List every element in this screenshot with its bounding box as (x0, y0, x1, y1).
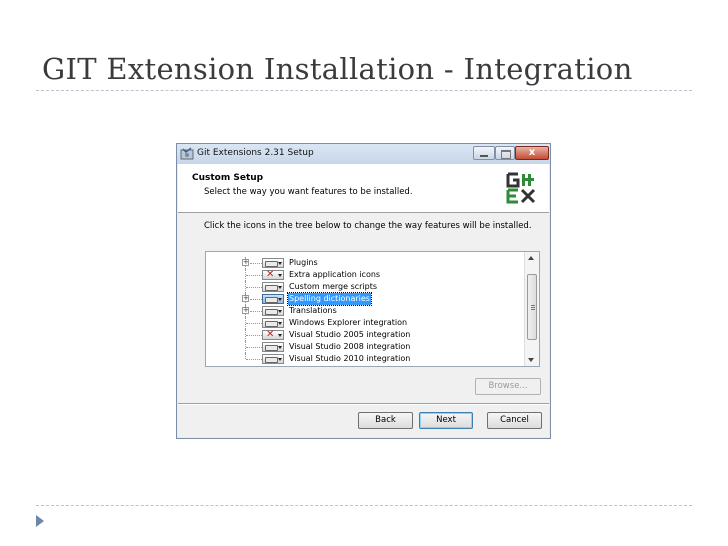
feature-row-visual-studio-2005-integration[interactable]: ✕ Visual Studio 2005 integration (206, 329, 525, 341)
maximize-icon (501, 150, 511, 159)
window-title: Git Extensions 2.31 Setup (197, 148, 314, 158)
feature-state-dropdown[interactable] (262, 306, 284, 316)
dropdown-arrow-icon (278, 286, 282, 289)
setup-header: Custom Setup Select the way you want fea… (178, 164, 549, 213)
dropdown-arrow-icon (278, 274, 282, 277)
window-titlebar[interactable]: Git Extensions 2.31 Setup x (177, 144, 550, 164)
window-content: Custom Setup Select the way you want fea… (178, 164, 549, 437)
feature-state-dropdown[interactable] (262, 318, 284, 328)
minimize-icon (480, 155, 488, 157)
tree-line (246, 347, 262, 348)
tree-line (250, 263, 262, 264)
feature-tree-list: + Plugins ✕ Extra application icons Cust… (206, 252, 525, 366)
feature-state-dropdown[interactable]: ✕ (262, 269, 284, 280)
dropdown-arrow-icon (278, 262, 282, 265)
drive-icon (265, 309, 278, 315)
dropdown-arrow-icon (278, 298, 282, 301)
next-button[interactable]: Next (419, 412, 473, 429)
feature-state-dropdown[interactable] (262, 258, 284, 268)
feature-label[interactable]: Visual Studio 2008 integration (288, 341, 411, 353)
feature-label-selected[interactable]: Spelling dictionaries (287, 292, 372, 306)
feature-label[interactable]: Visual Studio 2010 integration (288, 353, 411, 365)
app-icon (180, 147, 194, 160)
feature-row-visual-studio-2010-integration[interactable]: Visual Studio 2010 integration (206, 353, 525, 365)
tree-line (246, 335, 262, 336)
feature-label[interactable]: Translations (288, 305, 338, 317)
drive-icon (265, 261, 278, 267)
header-subtitle: Select the way you want features to be i… (204, 187, 413, 197)
tree-line (246, 359, 262, 360)
dropdown-arrow-icon (278, 358, 282, 361)
feature-label[interactable]: Visual Studio 2005 integration (288, 329, 411, 341)
maximize-button[interactable] (495, 146, 515, 160)
feature-row-custom-merge-scripts[interactable]: Custom merge scripts (206, 281, 525, 293)
red-x-icon: ✕ (266, 269, 275, 280)
plus-expander-icon[interactable]: + (242, 307, 249, 314)
feature-row-spelling-dictionaries[interactable]: + Spelling dictionaries (206, 292, 525, 306)
feature-row-extra-application-icons[interactable]: ✕ Extra application icons (206, 269, 525, 281)
minimize-button[interactable] (473, 146, 495, 160)
feature-state-dropdown[interactable] (262, 342, 284, 352)
bullet-triangle-icon (36, 515, 44, 527)
scroll-up-icon[interactable] (528, 256, 534, 260)
cancel-button[interactable]: Cancel (487, 412, 542, 429)
tree-line (250, 299, 262, 300)
tree-line (246, 323, 262, 324)
feature-state-dropdown[interactable] (262, 282, 284, 292)
title-divider (36, 90, 692, 91)
tree-line (250, 311, 262, 312)
feature-state-dropdown[interactable] (262, 294, 284, 304)
grip-icon (531, 305, 535, 306)
close-button[interactable]: x (515, 146, 549, 160)
git-extensions-logo-icon (506, 172, 536, 204)
tree-line (246, 287, 262, 288)
feature-state-dropdown[interactable] (262, 354, 284, 364)
instructions-text: Click the icons in the tree below to cha… (204, 221, 532, 231)
close-icon: x (528, 147, 536, 158)
drive-icon (265, 357, 278, 363)
feature-label[interactable]: Windows Explorer integration (288, 317, 408, 329)
back-button[interactable]: Back (358, 412, 413, 429)
feature-row-visual-studio-2008-integration[interactable]: Visual Studio 2008 integration (206, 341, 525, 353)
plus-expander-icon[interactable]: + (242, 295, 249, 302)
dropdown-arrow-icon (278, 334, 282, 337)
drive-icon (265, 297, 278, 303)
red-x-icon: ✕ (266, 329, 275, 340)
feature-label[interactable]: Extra application icons (288, 269, 381, 281)
feature-tree[interactable]: + Plugins ✕ Extra application icons Cust… (205, 251, 540, 367)
footer-divider-line (36, 505, 692, 506)
setup-window: Git Extensions 2.31 Setup x Custom Setup… (176, 143, 551, 439)
tree-scrollbar[interactable] (524, 252, 539, 366)
grip-icon (531, 309, 535, 310)
drive-icon (265, 285, 278, 291)
footer-divider (178, 403, 549, 405)
feature-row-plugins[interactable]: + Plugins (206, 257, 525, 269)
dropdown-arrow-icon (278, 346, 282, 349)
feature-state-dropdown[interactable]: ✕ (262, 329, 284, 340)
scroll-thumb[interactable] (527, 274, 537, 340)
scroll-down-icon[interactable] (528, 358, 534, 362)
slide-title: GIT Extension Installation - Integration (42, 52, 633, 86)
drive-icon (265, 321, 278, 327)
drive-icon (265, 345, 278, 351)
header-title: Custom Setup (192, 173, 264, 183)
grip-icon (531, 307, 535, 308)
feature-label[interactable]: Custom merge scripts (288, 281, 378, 293)
tree-line (246, 275, 262, 276)
feature-row-translations[interactable]: + Translations (206, 305, 525, 317)
feature-row-windows-explorer-integration[interactable]: Windows Explorer integration (206, 317, 525, 329)
feature-label[interactable]: Plugins (288, 257, 319, 269)
dropdown-arrow-icon (278, 322, 282, 325)
dropdown-arrow-icon (278, 310, 282, 313)
browse-button[interactable]: Browse... (475, 378, 541, 395)
plus-expander-icon[interactable]: + (242, 259, 249, 266)
